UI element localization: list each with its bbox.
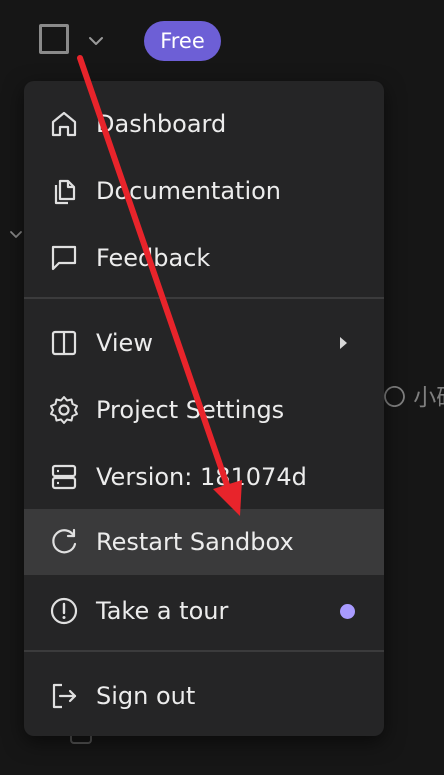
refresh-icon	[48, 526, 80, 558]
menu-item-feedback[interactable]: Feedback	[24, 225, 384, 291]
columns-icon	[48, 327, 80, 359]
home-icon	[48, 108, 80, 140]
menu-item-restart-sandbox[interactable]: Restart Sandbox	[24, 509, 384, 575]
submenu-arrow-icon	[340, 337, 347, 349]
plan-badge[interactable]: Free	[144, 21, 221, 61]
menu-item-label: Feedback	[96, 244, 211, 272]
message-square-icon	[48, 242, 80, 274]
gear-icon	[48, 394, 80, 426]
menu-item-dashboard[interactable]: Dashboard	[24, 91, 384, 157]
server-icon	[48, 461, 80, 493]
new-indicator-dot	[340, 604, 355, 619]
menu-item-documentation[interactable]: Documentation	[24, 158, 384, 224]
background-text: 〇 小研	[383, 385, 444, 411]
menu-item-label: Take a tour	[96, 597, 229, 625]
menu-item-label: Dashboard	[96, 110, 227, 138]
menu-item-take-a-tour[interactable]: Take a tour	[24, 578, 384, 644]
collapse-chevron-icon	[10, 231, 22, 238]
documents-icon	[48, 175, 80, 207]
menu-item-project-settings[interactable]: Project Settings	[24, 377, 384, 443]
menu-item-label: Project Settings	[96, 396, 285, 424]
project-logo-icon[interactable]	[39, 24, 69, 54]
menu-item-sign-out[interactable]: Sign out	[24, 663, 384, 729]
menu-item-label: View	[96, 329, 153, 357]
sign-out-icon	[48, 680, 80, 712]
menu-divider	[24, 297, 384, 299]
menu-item-label: Sign out	[96, 682, 196, 710]
top-bar: Free	[0, 0, 444, 80]
menu-item-label: Documentation	[96, 177, 282, 205]
menu-divider	[24, 650, 384, 652]
menu-item-view[interactable]: View	[24, 310, 384, 376]
project-dropdown-menu: Dashboard Documentation Feedback View Pr…	[24, 81, 384, 736]
menu-item-version: Version: 181074d	[24, 444, 384, 510]
menu-item-label: Restart Sandbox	[96, 528, 294, 556]
chevron-down-icon[interactable]	[86, 31, 106, 51]
info-circle-icon	[48, 595, 80, 627]
version-label: Version: 181074d	[96, 463, 307, 491]
